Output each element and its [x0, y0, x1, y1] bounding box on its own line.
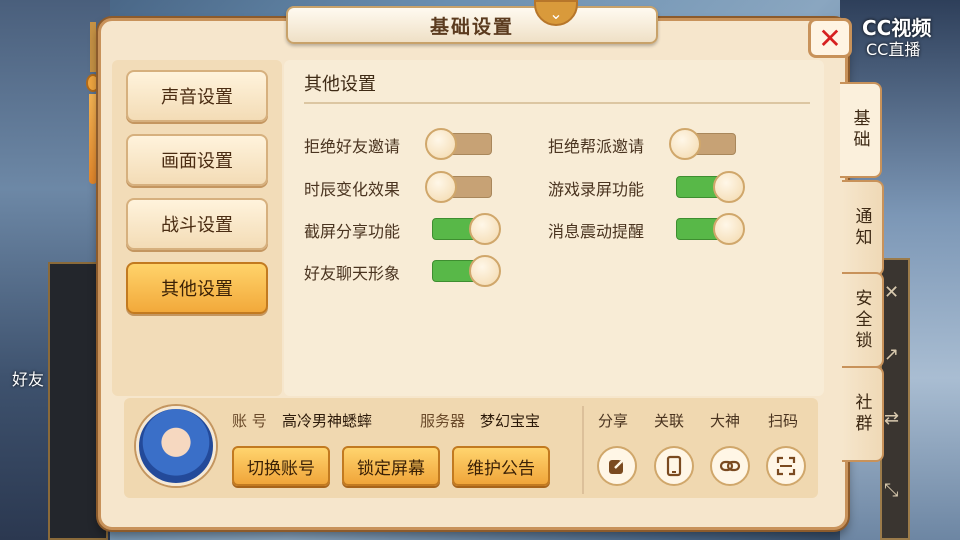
- tab-community[interactable]: 社群: [842, 366, 884, 462]
- toggle-knob: [713, 213, 745, 245]
- friend-chat-avatar-toggle[interactable]: [432, 255, 501, 287]
- time-change-effect-toggle[interactable]: [425, 171, 492, 203]
- share-button[interactable]: [597, 446, 637, 486]
- menu-battle-settings[interactable]: 战斗设置: [126, 198, 268, 250]
- time-change-effect-label: 时辰变化效果: [304, 180, 401, 199]
- switch-account-button[interactable]: 切换账号: [232, 446, 330, 486]
- message-vibrate-toggle[interactable]: [676, 213, 745, 245]
- share-label: 分享: [598, 412, 629, 430]
- tab-basic[interactable]: 基础: [840, 82, 882, 178]
- section-divider: [304, 102, 810, 104]
- tab-security-lock[interactable]: 安全锁: [842, 272, 884, 368]
- account-value: 高冷男神蟋蟀: [282, 412, 373, 430]
- reject-friend-invite-label: 拒绝好友邀请: [304, 137, 401, 156]
- watermark-logo: CC视频 CC直播: [848, 10, 956, 59]
- background-share-icon: ↗: [884, 344, 900, 365]
- background-collapse-icon: ⤡: [884, 480, 899, 501]
- game-recording-label: 游戏录屏功能: [548, 180, 645, 199]
- phone-icon: [666, 455, 682, 477]
- master-button[interactable]: [710, 446, 750, 486]
- account-bar-divider: [582, 406, 584, 494]
- close-icon: ✕: [818, 21, 842, 55]
- toggle-knob: [425, 128, 457, 160]
- toggle-knob: [469, 255, 501, 287]
- title-bar: 基础设置: [286, 6, 658, 44]
- game-recording-toggle[interactable]: [676, 171, 745, 203]
- watermark-line2: CC直播: [866, 40, 921, 59]
- reject-guild-invite-toggle[interactable]: [669, 128, 736, 160]
- lock-screen-button[interactable]: 锁定屏幕: [342, 446, 440, 486]
- background-close-icon: ✕: [884, 282, 900, 303]
- reject-friend-invite-toggle[interactable]: [425, 128, 492, 160]
- scan-label: 扫码: [768, 412, 799, 430]
- avatar[interactable]: [136, 406, 216, 486]
- menu-sound-settings[interactable]: 声音设置: [126, 70, 268, 122]
- toggle-knob: [713, 171, 745, 203]
- account-label: 账 号: [232, 412, 267, 430]
- toggle-knob: [469, 213, 501, 245]
- page-title: 基础设置: [429, 15, 514, 38]
- scan-button[interactable]: [766, 446, 806, 486]
- toggle-knob: [669, 128, 701, 160]
- chain-link-icon: [719, 460, 741, 472]
- master-label: 大神: [710, 412, 741, 430]
- link-account-button[interactable]: [654, 446, 694, 486]
- background-swap-icon: ⇄: [884, 408, 900, 429]
- section-title: 其他设置: [304, 74, 376, 95]
- menu-display-settings[interactable]: 画面设置: [126, 134, 268, 186]
- background-friend-label: 好友: [12, 370, 45, 389]
- share-icon: [609, 457, 626, 474]
- scan-icon: [776, 456, 796, 476]
- server-label: 服务器: [420, 412, 466, 430]
- tab-notification[interactable]: 通知: [842, 180, 884, 276]
- menu-other-settings[interactable]: 其他设置: [126, 262, 268, 314]
- maintenance-notice-button[interactable]: 维护公告: [452, 446, 550, 486]
- toggle-knob: [425, 171, 457, 203]
- message-vibrate-label: 消息震动提醒: [548, 222, 645, 241]
- link-label: 关联: [654, 412, 685, 430]
- reject-guild-invite-label: 拒绝帮派邀请: [548, 137, 645, 156]
- close-button[interactable]: ✕: [808, 18, 852, 58]
- screenshot-share-label: 截屏分享功能: [304, 222, 401, 241]
- friend-chat-avatar-label: 好友聊天形象: [304, 264, 401, 283]
- screenshot-share-toggle[interactable]: [432, 213, 501, 245]
- server-value: 梦幻宝宝: [480, 412, 541, 430]
